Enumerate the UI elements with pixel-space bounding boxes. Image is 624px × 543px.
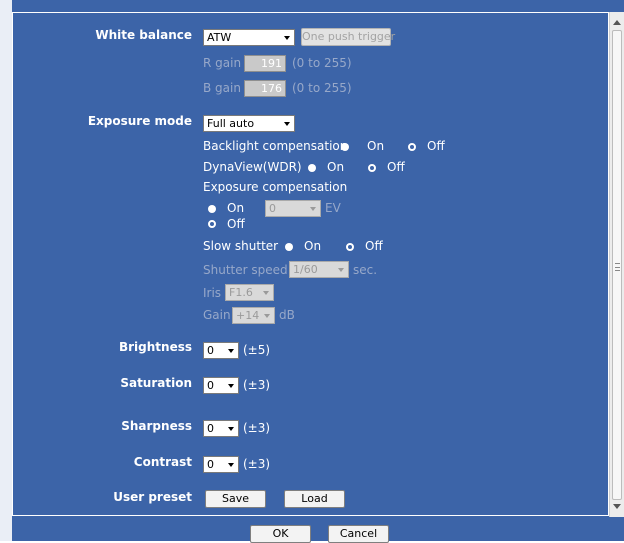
dynaview-label: DynaView(WDR) xyxy=(203,160,302,174)
contrast-range: (±3) xyxy=(243,457,271,471)
vertical-scrollbar[interactable] xyxy=(609,12,624,517)
brightness-select[interactable]: 0 xyxy=(203,342,239,359)
r-gain-input[interactable]: 191 xyxy=(244,55,286,72)
user-preset-label: User preset xyxy=(113,490,192,504)
exposure-comp-value: 0 xyxy=(269,202,276,215)
gain-label: Gain xyxy=(203,308,231,322)
scroll-thumb[interactable] xyxy=(612,30,622,500)
contrast-label: Contrast xyxy=(133,455,192,469)
iris-select[interactable]: F1.6 xyxy=(225,284,274,301)
backlight-off-label: Off xyxy=(427,139,445,153)
preset-load-button[interactable]: Load xyxy=(284,490,345,508)
exposure-comp-on-radio[interactable] xyxy=(208,205,216,213)
slow-shutter-label: Slow shutter xyxy=(203,239,279,253)
contrast-value: 0 xyxy=(207,458,214,471)
b-gain-range: (0 to 255) xyxy=(292,81,352,95)
iris-label: Iris xyxy=(203,286,222,300)
backlight-on-label: On xyxy=(367,139,385,153)
brightness-label: Brightness xyxy=(118,340,192,354)
backlight-off-radio[interactable] xyxy=(408,143,416,151)
exposure-comp-off-label: Off xyxy=(227,217,245,231)
white-balance-label: White balance xyxy=(95,28,192,42)
shutter-speed-value: 1/60 xyxy=(293,263,318,276)
sharpness-select[interactable]: 0 xyxy=(203,420,239,437)
exposure-comp-select[interactable]: 0 xyxy=(265,200,321,217)
exposure-comp-unit: EV xyxy=(325,201,341,215)
ok-button[interactable]: OK xyxy=(250,525,311,543)
b-gain-input[interactable]: 176 xyxy=(244,80,286,97)
cancel-button[interactable]: Cancel xyxy=(328,525,389,543)
r-gain-range: (0 to 255) xyxy=(292,56,352,70)
backlight-on-radio[interactable] xyxy=(341,143,349,151)
chevron-down-icon xyxy=(264,314,270,318)
shutter-speed-select[interactable]: 1/60 xyxy=(289,261,349,278)
dynaview-on-radio[interactable] xyxy=(308,164,316,172)
sharpness-range: (±3) xyxy=(243,421,271,435)
saturation-label: Saturation xyxy=(120,376,192,390)
chevron-down-icon xyxy=(310,207,316,211)
dynaview-on-label: On xyxy=(327,160,345,174)
exposure-mode-value: Full auto xyxy=(207,117,255,130)
chevron-down-icon xyxy=(228,349,234,353)
gain-value: +14 xyxy=(236,309,260,322)
saturation-value: 0 xyxy=(207,379,214,392)
chevron-down-icon xyxy=(284,122,290,126)
grip-icon xyxy=(615,263,620,271)
brightness-value: 0 xyxy=(207,344,214,357)
white-balance-value: ATW xyxy=(207,31,232,44)
preset-save-button[interactable]: Save xyxy=(205,490,266,508)
r-gain-label: R gain xyxy=(203,56,242,70)
contrast-select[interactable]: 0 xyxy=(203,456,239,473)
scroll-up-icon[interactable] xyxy=(613,20,621,25)
chevron-down-icon xyxy=(263,291,269,295)
slow-shutter-on-label: On xyxy=(304,239,322,253)
shutter-speed-unit: sec. xyxy=(353,263,378,277)
chevron-down-icon xyxy=(228,463,234,467)
slow-shutter-off-radio[interactable] xyxy=(346,243,354,251)
sharpness-value: 0 xyxy=(207,422,214,435)
slow-shutter-off-label: Off xyxy=(365,239,383,253)
gain-select[interactable]: +14 xyxy=(232,307,275,324)
chevron-down-icon xyxy=(228,384,234,388)
gain-unit: dB xyxy=(279,308,295,322)
iris-value: F1.6 xyxy=(229,286,253,299)
saturation-range: (±3) xyxy=(243,378,271,392)
saturation-select[interactable]: 0 xyxy=(203,377,239,394)
brightness-range: (±5) xyxy=(243,343,271,357)
exposure-mode-label: Exposure mode xyxy=(87,114,192,128)
slow-shutter-on-radio[interactable] xyxy=(285,243,293,251)
white-balance-select[interactable]: ATW xyxy=(203,29,295,46)
chevron-down-icon xyxy=(338,268,344,272)
camera-settings-frame: White balance ATW One push trigger R gai… xyxy=(0,0,624,543)
scroll-down-icon[interactable] xyxy=(613,504,621,509)
chevron-down-icon xyxy=(228,427,234,431)
dynaview-off-radio[interactable] xyxy=(368,164,376,172)
backlight-compensation-label: Backlight compensation xyxy=(203,139,348,153)
sharpness-label: Sharpness xyxy=(121,419,192,433)
dynaview-off-label: Off xyxy=(387,160,405,174)
exposure-comp-off-radio[interactable] xyxy=(208,220,216,228)
left-margin xyxy=(0,0,12,541)
exposure-compensation-label: Exposure compensation xyxy=(203,180,348,194)
chevron-down-icon xyxy=(284,36,290,40)
shutter-speed-label: Shutter speed xyxy=(203,263,288,277)
b-gain-label: B gain xyxy=(203,81,241,95)
exposure-comp-on-label: On xyxy=(227,201,245,215)
exposure-mode-select[interactable]: Full auto xyxy=(203,115,295,132)
one-push-trigger-button[interactable]: One push trigger xyxy=(301,28,395,46)
